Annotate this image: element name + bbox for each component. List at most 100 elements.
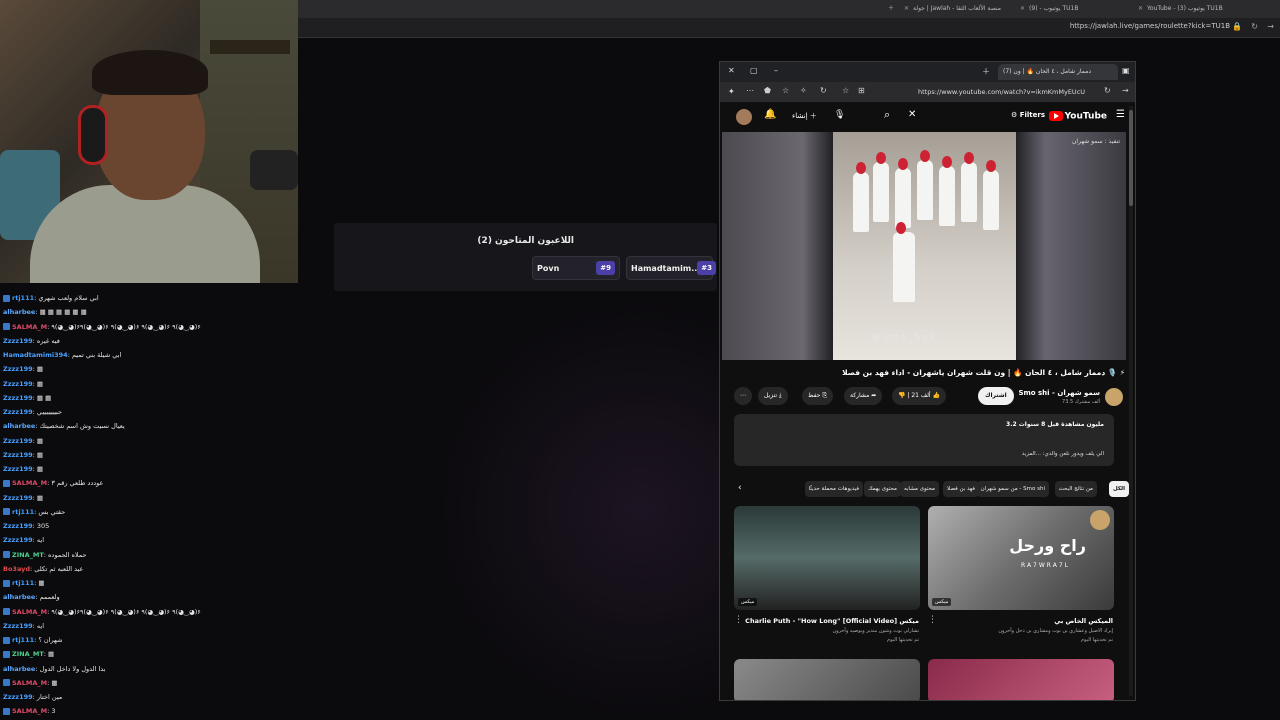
tab-youtube-3[interactable]: ✕ YouTube - يوتيوب (3) TU1B bbox=[1138, 2, 1248, 16]
url-field[interactable]: https://jawlah.live/games/roulette?kick=… bbox=[1070, 22, 1230, 30]
chat-username[interactable]: rtj111 bbox=[12, 579, 34, 587]
forward-icon[interactable]: → bbox=[1267, 22, 1274, 31]
more-actions-button[interactable]: ⋯ bbox=[734, 387, 752, 405]
chat-username[interactable]: Zzzz199 bbox=[3, 693, 33, 701]
extension-icon[interactable]: ⬟ bbox=[764, 86, 771, 95]
filter-chip[interactable]: محتوى مشابه bbox=[899, 481, 939, 497]
url-field[interactable]: https://www.youtube.com/watch?v=ikmKmMyE… bbox=[918, 88, 1085, 96]
chat-username[interactable]: Zzzz199 bbox=[3, 380, 33, 388]
chat-message: SALMA_M: ٩(◕‿◕)۶٩(◕‿◕)۶ ٩(◕‿◕)۶ ٩(◕‿◕)۶ … bbox=[3, 606, 201, 618]
chat-username[interactable]: rtj111 bbox=[12, 294, 34, 302]
chat-username[interactable]: Zzzz199 bbox=[3, 494, 33, 502]
youtube-logo[interactable]: YouTube bbox=[1048, 111, 1107, 122]
chat-username[interactable]: alharbee bbox=[3, 422, 35, 430]
plus-icon[interactable]: ＋ bbox=[888, 2, 894, 16]
filter-chip[interactable]: من سمو شهران - Smo shi bbox=[976, 481, 1049, 497]
window-tab[interactable]: (7) دممار شامل ، ٤ الحان 🔥 | ون bbox=[998, 64, 1118, 80]
chat-username[interactable]: rtj111 bbox=[12, 508, 34, 516]
recommendation-thumbnail[interactable] bbox=[734, 659, 920, 700]
recommendation-title[interactable]: الميكس الخاص بي bbox=[1054, 617, 1113, 625]
save-button[interactable]: حفظ ⎘ bbox=[802, 387, 834, 405]
tab-list-icon[interactable]: ▣ bbox=[1122, 66, 1130, 75]
kebab-icon[interactable]: ⋮ bbox=[928, 615, 937, 625]
close-icon[interactable]: ✕ bbox=[904, 5, 909, 12]
chat-username[interactable]: alharbee bbox=[3, 593, 35, 601]
filter-chip[interactable]: من نتائج البحث bbox=[1054, 481, 1097, 497]
minimize-icon[interactable]: – bbox=[774, 66, 778, 75]
chat-username[interactable]: alharbee bbox=[3, 665, 35, 673]
mic-icon[interactable]: 🎙 bbox=[834, 110, 845, 120]
recommendation-thumbnail[interactable]: راح ورحل RA7WRA7L ميكس bbox=[928, 506, 1114, 610]
tab-jawlah[interactable]: ✕ جولة | Jawlah - منصة الألعاب الثقا bbox=[904, 2, 1014, 16]
clear-search-icon[interactable]: ✕ bbox=[908, 109, 916, 120]
chat-username[interactable]: Zzzz199 bbox=[3, 536, 33, 544]
recommendation-thumbnail[interactable] bbox=[928, 659, 1114, 700]
chat-username[interactable]: Zzzz199 bbox=[3, 337, 33, 345]
star-icon[interactable]: ☆ bbox=[842, 86, 849, 95]
create-button[interactable]: إنشاء ＋ bbox=[792, 111, 817, 121]
video-player[interactable]: @smo_5o7 تنفيذ : سمو شهران bbox=[722, 132, 1126, 360]
notifications-icon[interactable]: 🔔 bbox=[764, 109, 776, 120]
chat-username[interactable]: rtj111 bbox=[12, 636, 34, 644]
chat-username[interactable]: Zzzz199 bbox=[3, 408, 33, 416]
collections-icon[interactable]: ☆ bbox=[782, 86, 789, 95]
filters-button[interactable]: ⚙ Filters bbox=[1011, 111, 1045, 119]
subscribe-button[interactable]: اشتراك bbox=[978, 387, 1014, 405]
chat-username[interactable]: Zzzz199 bbox=[3, 622, 33, 630]
chat-username[interactable]: SALMA_M bbox=[12, 323, 47, 331]
filter-chip[interactable]: فيديوهات محملة حديثًا bbox=[804, 481, 863, 497]
new-tab-icon[interactable]: ＋ bbox=[982, 66, 990, 77]
chat-username[interactable]: SALMA_M bbox=[12, 608, 47, 616]
scrollbar-thumb[interactable] bbox=[1129, 110, 1133, 206]
chevron-left-icon[interactable]: ‹ bbox=[738, 483, 742, 493]
share-button[interactable]: مشاركة ➦ bbox=[844, 387, 883, 405]
chat-username[interactable]: Bo3ayd bbox=[3, 565, 30, 573]
close-icon[interactable]: ✕ bbox=[1020, 5, 1025, 12]
kebab-icon[interactable]: ⋮ bbox=[734, 615, 743, 625]
copilot-icon[interactable]: ✦ bbox=[728, 87, 735, 96]
recommendation-title[interactable]: Charlie Puth - "How Long" [Official Vide… bbox=[745, 617, 919, 625]
chat-username[interactable]: Zzzz199 bbox=[3, 465, 33, 473]
download-button[interactable]: تنزيل ⤓ bbox=[758, 387, 788, 405]
refresh-icon[interactable]: ↻ bbox=[820, 86, 827, 95]
chat-username[interactable]: ZINA_MT bbox=[12, 551, 44, 559]
account-avatar[interactable] bbox=[736, 109, 752, 125]
chat-username[interactable]: SALMA_M bbox=[12, 479, 47, 487]
channel-name[interactable]: Smo shi - سمو شهران bbox=[1018, 389, 1100, 397]
search-icon[interactable]: ⌕ bbox=[884, 108, 890, 122]
favorites-icon[interactable]: ✧ bbox=[800, 86, 807, 95]
player-card[interactable]: Povn #9 bbox=[532, 256, 620, 280]
chat-username[interactable]: Zzzz199 bbox=[3, 437, 33, 445]
reload-icon[interactable]: ↻ bbox=[1104, 86, 1111, 95]
chat-username[interactable]: Zzzz199 bbox=[3, 451, 33, 459]
player-card[interactable]: Hamadtamim.. #3 bbox=[626, 256, 717, 280]
chat-username[interactable]: Zzzz199 bbox=[3, 522, 33, 530]
chat-username[interactable]: Hamadtamimi394 bbox=[3, 351, 68, 359]
description-box[interactable]: 3.2 مليون مشاهدة قبل 8 سنوات الي يلف ويد… bbox=[734, 414, 1114, 466]
split-icon[interactable]: ⊞ bbox=[858, 86, 865, 95]
chat-username[interactable]: SALMA_M bbox=[12, 679, 47, 687]
chat-username[interactable]: Zzzz199 bbox=[3, 394, 33, 402]
filter-chip[interactable]: الكل bbox=[1108, 481, 1129, 497]
chat-message: SALMA_M: ▦ bbox=[3, 677, 57, 689]
chat-username[interactable]: ZINA_MT bbox=[12, 650, 44, 658]
filter-chip[interactable]: فهد بن فصلا bbox=[943, 481, 979, 497]
reload-icon[interactable]: ↻ bbox=[1251, 22, 1258, 31]
chat-username[interactable]: alharbee bbox=[3, 308, 35, 316]
chat-username[interactable]: Zzzz199 bbox=[3, 365, 33, 373]
menu-icon[interactable]: ☰ bbox=[1116, 109, 1125, 120]
player-rank-badge: #3 bbox=[697, 261, 717, 275]
chat-username[interactable]: SALMA_M bbox=[12, 707, 47, 715]
more-icon[interactable]: ⋯ bbox=[746, 86, 754, 95]
like-dislike-group[interactable]: 👎 | 21 ألف 👍 bbox=[892, 387, 946, 405]
forward-icon[interactable]: → bbox=[1122, 86, 1129, 95]
more-label: ⋯ bbox=[740, 392, 746, 399]
channel-avatar[interactable] bbox=[1105, 388, 1123, 406]
tab-youtube-9[interactable]: ✕ يوتيوب - (9) TU1B bbox=[1020, 2, 1120, 16]
close-window-icon[interactable]: ✕ bbox=[728, 66, 735, 75]
filter-chip[interactable]: محتوى يهمك bbox=[864, 481, 901, 497]
tab-label: YouTube - يوتيوب (3) TU1B bbox=[1147, 5, 1223, 12]
close-icon[interactable]: ✕ bbox=[1138, 5, 1143, 12]
recommendation-thumbnail[interactable]: ميكس bbox=[734, 506, 920, 610]
maximize-icon[interactable]: ▢ bbox=[750, 66, 758, 75]
